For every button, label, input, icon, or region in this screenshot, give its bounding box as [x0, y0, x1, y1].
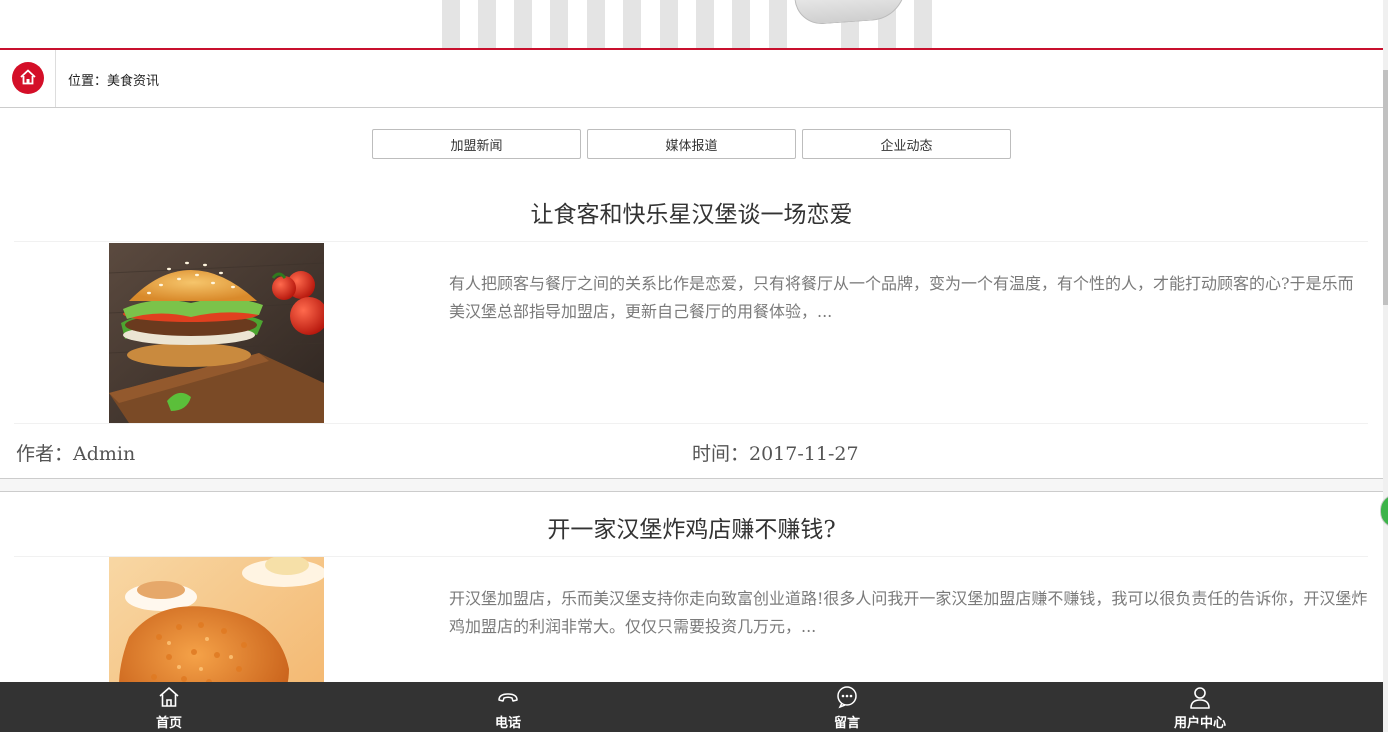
bottom-navigation: 首页 电话 留言 用户中心: [0, 682, 1383, 732]
divider: [14, 241, 1368, 242]
article-excerpt: 有人把顾客与餐厅之间的关系比作是恋爱，只有将餐厅从一个品牌，变为一个有温度，有个…: [449, 274, 1354, 321]
nav-home[interactable]: 首页: [119, 682, 219, 732]
phone-icon: [498, 693, 518, 702]
home-icon[interactable]: [12, 62, 44, 94]
nav-home-label: 首页: [155, 716, 182, 731]
user-icon: [1190, 687, 1210, 709]
article-separator: [0, 478, 1383, 492]
message-icon: [837, 686, 857, 709]
breadcrumb-current[interactable]: 美食资讯: [107, 74, 159, 89]
vertical-scrollbar[interactable]: [1383, 0, 1388, 732]
header-banner: [0, 0, 1383, 48]
banner-stripe: [587, 0, 605, 48]
tab-franchise-news[interactable]: 加盟新闻: [372, 129, 581, 159]
nav-message[interactable]: 留言: [797, 682, 897, 732]
banner-stripe: [732, 0, 750, 48]
article-author: 作者：Admin: [16, 443, 136, 465]
nav-message-label: 留言: [833, 716, 860, 731]
breadcrumb-prefix: 位置：: [68, 74, 108, 89]
tab-company-news[interactable]: 企业动态: [802, 129, 1011, 159]
banner-stripe: [623, 0, 641, 48]
article-title[interactable]: 让食客和快乐星汉堡谈一场恋爱: [0, 195, 1383, 229]
home-icon: [159, 687, 179, 707]
burger-photo[interactable]: [109, 243, 324, 423]
banner-stripe: [696, 0, 714, 48]
nav-user-center[interactable]: 用户中心: [1150, 682, 1250, 732]
banner-stripe: [660, 0, 678, 48]
banner-stripe: [442, 0, 460, 48]
article-title[interactable]: 开一家汉堡炸鸡店赚不赚钱?: [0, 510, 1383, 544]
banner-stripe: [550, 0, 568, 48]
divider: [14, 423, 1368, 424]
location-bar: 位置：美食资讯: [0, 50, 1383, 108]
banner-stripe: [914, 0, 932, 48]
breadcrumb: 位置：美食资讯: [68, 70, 159, 89]
nav-phone[interactable]: 电话: [458, 682, 558, 732]
banner-stripe: [514, 0, 532, 48]
category-tabs: 加盟新闻 媒体报道 企业动态: [372, 129, 1012, 159]
article-excerpt: 开汉堡加盟店，乐而美汉堡支持你走向致富创业道路!很多人问我开一家汉堡加盟店赚不赚…: [449, 589, 1368, 636]
home-link[interactable]: [0, 50, 56, 107]
banner-stripe: [478, 0, 496, 48]
nav-user-center-label: 用户中心: [1173, 716, 1226, 731]
article-time: 时间：2017-11-27: [692, 443, 859, 465]
tab-media-reports[interactable]: 媒体报道: [587, 129, 796, 159]
scrollbar-thumb[interactable]: [1383, 70, 1388, 305]
banner-stripe: [769, 0, 787, 48]
page: 位置：美食资讯 加盟新闻 媒体报道 企业动态 让食客和快乐星汉堡谈一场恋爱 有人…: [0, 0, 1383, 732]
nav-phone-label: 电话: [494, 716, 521, 731]
